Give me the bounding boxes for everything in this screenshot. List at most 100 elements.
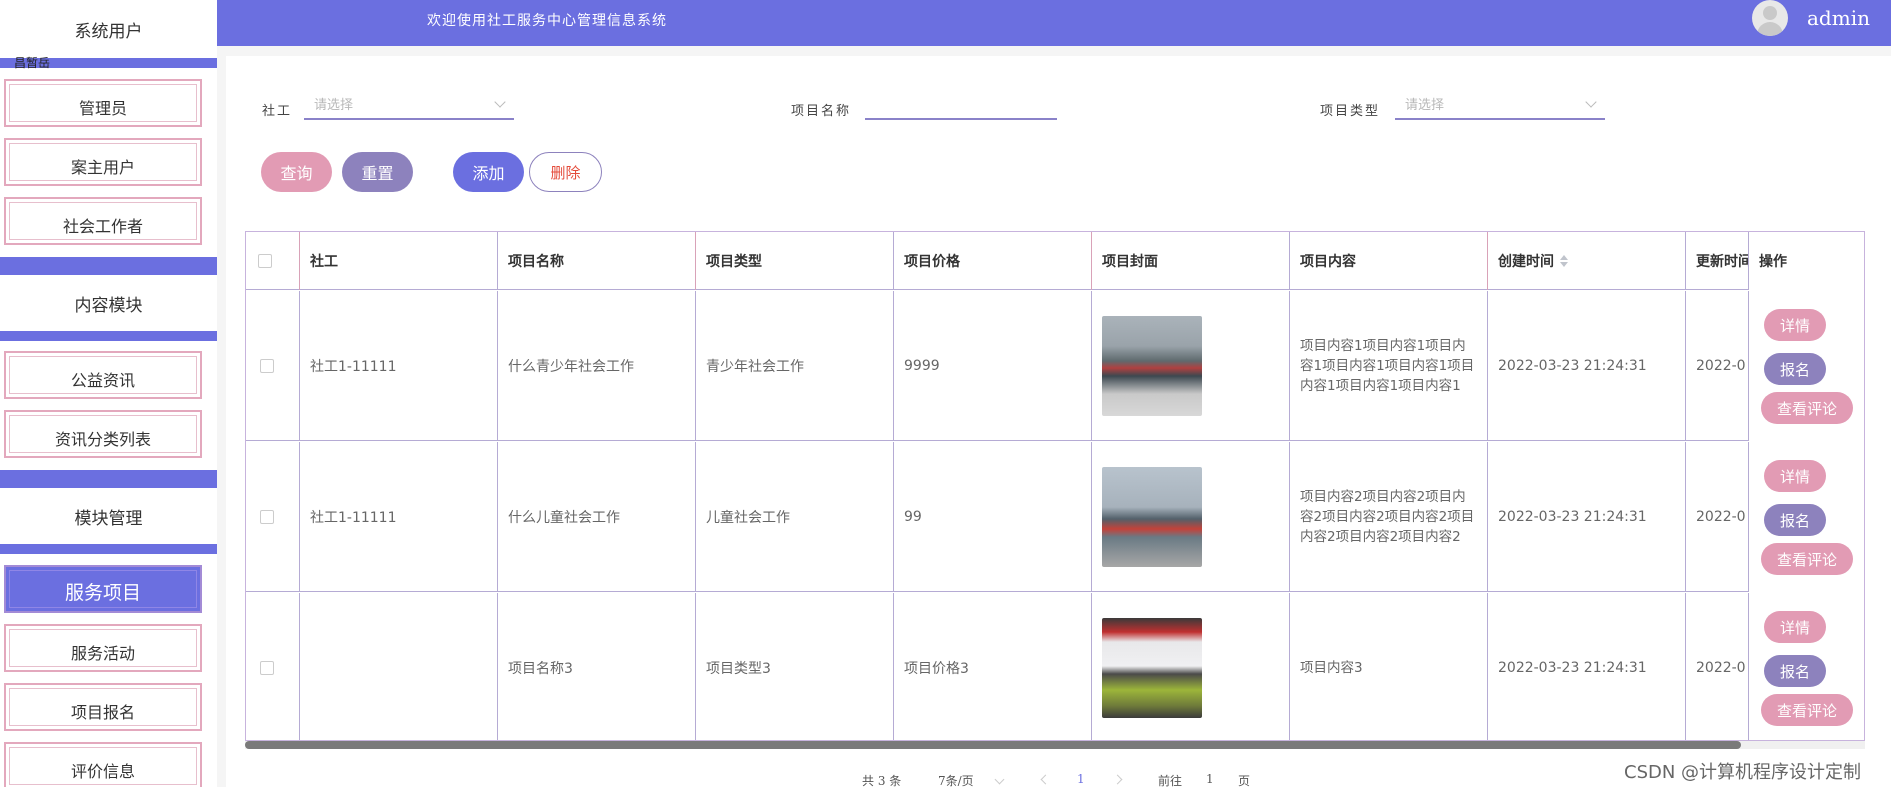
sidebar-item-social-workers[interactable]: 社会工作者	[4, 197, 202, 245]
cell-project-type: 项目类型3	[696, 593, 894, 740]
cover-image[interactable]	[1102, 467, 1202, 567]
cell-worker: 社工1-11111	[300, 442, 498, 592]
sidebar-item-service-activities[interactable]: 服务活动	[4, 624, 202, 672]
column-header-project-cover: 项目封面	[1092, 232, 1290, 290]
sidebar-group-divider	[0, 331, 217, 341]
pagination-current-page[interactable]: 1	[1077, 772, 1085, 786]
sidebar-overlay-label: 昌暂岳	[14, 56, 51, 70]
cell-project-price: 9999	[894, 291, 1092, 441]
table-header: 社工 项目名称 项目类型 项目价格 项目封面 项目内容 创建时间 更新时间 操作	[246, 232, 1864, 290]
sidebar-group-modules[interactable]: 模块管理	[0, 488, 217, 544]
sidebar-item-charity-news[interactable]: 公益资讯	[4, 351, 202, 399]
column-header-project-name: 项目名称	[498, 232, 696, 290]
cell-created-time: 2022-03-23 21:24:31	[1488, 593, 1686, 740]
sidebar: 系统用户 昌暂岳 管理员 案主用户 社会工作者 内容模块 公益资讯 资讯分类列表…	[0, 0, 217, 787]
projects-table: 社工 项目名称 项目类型 项目价格 项目封面 项目内容 创建时间 更新时间 操作…	[245, 231, 1865, 741]
sidebar-item-news-categories[interactable]: 资讯分类列表	[4, 410, 202, 458]
column-header-created-time-label: 创建时间	[1498, 254, 1554, 270]
pagination-page-size-select[interactable]: 7条/页	[938, 772, 974, 789]
cell-created-time: 2022-03-23 21:24:31	[1488, 291, 1686, 441]
filter-social-worker-select[interactable]: 请选择	[304, 94, 514, 120]
view-comments-button[interactable]: 查看评论	[1761, 694, 1853, 726]
row-select-cell	[246, 442, 300, 592]
row-checkbox[interactable]	[260, 359, 274, 373]
column-header-actions: 操作	[1748, 232, 1864, 290]
cell-project-cover	[1092, 291, 1290, 441]
cell-project-content: 项目内容1项目内容1项目内容1项目内容1项目内容1项目内容1项目内容1项目内容1	[1290, 291, 1488, 441]
filter-project-name-label: 项目名称	[791, 104, 852, 119]
view-comments-button[interactable]: 查看评论	[1761, 392, 1853, 424]
view-comments-button[interactable]: 查看评论	[1761, 543, 1853, 575]
filter-social-worker-placeholder: 请选择	[314, 98, 354, 113]
cell-project-cover	[1092, 442, 1290, 592]
cell-created-time: 2022-03-23 21:24:31	[1488, 442, 1686, 592]
filter-project-type-label: 项目类型	[1320, 104, 1381, 119]
sidebar-group-divider	[0, 544, 217, 554]
username[interactable]: admin	[1807, 6, 1870, 30]
detail-button[interactable]: 详情	[1764, 611, 1826, 643]
filter-social-worker-label: 社工	[262, 104, 293, 119]
cell-project-cover	[1092, 593, 1290, 740]
chevron-down-icon	[494, 96, 506, 108]
pagination-goto-label: 前往	[1158, 774, 1183, 788]
row-checkbox[interactable]	[260, 510, 274, 524]
column-header-worker: 社工	[300, 232, 498, 290]
select-all-cell	[246, 232, 300, 290]
detail-button[interactable]: 详情	[1764, 309, 1826, 341]
reset-button[interactable]: 重置	[342, 152, 413, 192]
table-horizontal-scrollbar[interactable]	[245, 741, 1865, 749]
cell-project-name: 项目名称3	[498, 593, 696, 740]
sidebar-item-project-signup[interactable]: 项目报名	[4, 683, 202, 731]
sidebar-item-reviews[interactable]: 评价信息	[4, 742, 202, 787]
column-header-project-content: 项目内容	[1290, 232, 1488, 290]
table-row: 社工1-11111 什么儿童社会工作 儿童社会工作 99 项目内容2项目内容2项…	[246, 442, 1864, 592]
cell-actions: 详情 报名 查看评论	[1748, 442, 1864, 592]
signup-button[interactable]: 报名	[1764, 353, 1826, 385]
delete-button[interactable]: 删除	[529, 152, 602, 192]
query-button[interactable]: 查询	[261, 152, 332, 192]
sidebar-group-divider	[0, 257, 217, 275]
sidebar-group-system-users[interactable]: 系统用户	[0, 0, 217, 58]
row-select-cell	[246, 593, 300, 740]
top-bar: 欢迎使用社工服务中心管理信息系统 admin	[217, 0, 1891, 46]
sidebar-item-service-projects[interactable]: 服务项目	[4, 565, 202, 613]
cell-project-type: 儿童社会工作	[696, 442, 894, 592]
add-button[interactable]: 添加	[453, 152, 524, 192]
row-checkbox[interactable]	[260, 661, 274, 675]
sidebar-group-divider	[0, 470, 217, 488]
chevron-down-icon	[1585, 96, 1597, 108]
cell-project-type: 青少年社会工作	[696, 291, 894, 441]
cover-image[interactable]	[1102, 618, 1202, 718]
filter-project-name-input[interactable]	[865, 94, 1057, 120]
filter-project-type-placeholder: 请选择	[1405, 98, 1445, 113]
sidebar-item-clients[interactable]: 案主用户	[4, 138, 202, 186]
cover-image[interactable]	[1102, 316, 1202, 416]
signup-button[interactable]: 报名	[1764, 504, 1826, 536]
cell-actions: 详情 报名 查看评论	[1748, 593, 1864, 740]
detail-button[interactable]: 详情	[1764, 460, 1826, 492]
cell-project-name: 什么儿童社会工作	[498, 442, 696, 592]
cell-project-name: 什么青少年社会工作	[498, 291, 696, 441]
pagination-page-suffix: 页	[1238, 774, 1251, 788]
sort-icon[interactable]	[1560, 255, 1568, 267]
sidebar-item-admin[interactable]: 管理员	[4, 79, 202, 127]
cell-project-content: 项目内容3	[1290, 593, 1488, 740]
signup-button[interactable]: 报名	[1764, 655, 1826, 687]
cell-project-content: 项目内容2项目内容2项目内容2项目内容2项目内容2项目内容2项目内容2项目内容2	[1290, 442, 1488, 592]
column-header-project-type: 项目类型	[696, 232, 894, 290]
table-row: 项目名称3 项目类型3 项目价格3 项目内容3 2022-03-23 21:24…	[246, 593, 1864, 740]
cell-project-price: 项目价格3	[894, 593, 1092, 740]
cell-worker: 社工1-11111	[300, 291, 498, 441]
filter-project-type-select[interactable]: 请选择	[1395, 94, 1605, 120]
column-header-created-time[interactable]: 创建时间	[1488, 232, 1686, 290]
select-all-checkbox[interactable]	[258, 254, 272, 268]
scrollbar-thumb[interactable]	[245, 741, 1741, 749]
watermark: CSDN @计算机程序设计定制	[1624, 762, 1862, 783]
column-header-project-price: 项目价格	[894, 232, 1092, 290]
sidebar-group-content[interactable]: 内容模块	[0, 275, 217, 331]
row-select-cell	[246, 291, 300, 441]
cell-worker	[300, 593, 498, 740]
pagination-goto-input[interactable]: 1	[1206, 772, 1214, 786]
avatar[interactable]	[1752, 0, 1788, 36]
cell-project-price: 99	[894, 442, 1092, 592]
